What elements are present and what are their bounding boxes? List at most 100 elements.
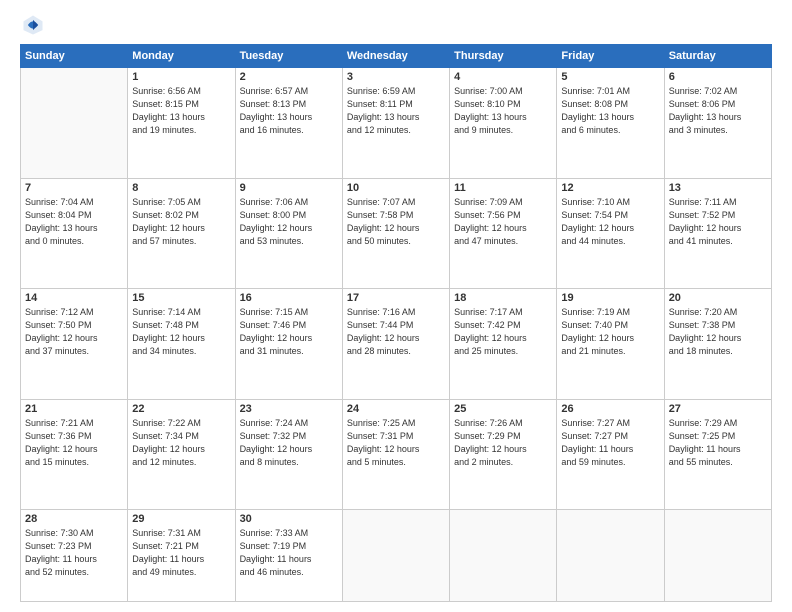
calendar-cell: 30Sunrise: 7:33 AM Sunset: 7:19 PM Dayli…	[235, 510, 342, 602]
day-info: Sunrise: 7:02 AM Sunset: 8:06 PM Dayligh…	[669, 85, 767, 137]
day-info: Sunrise: 7:20 AM Sunset: 7:38 PM Dayligh…	[669, 306, 767, 358]
day-number: 18	[454, 292, 552, 304]
calendar-cell: 20 Sunrise: 7:20 AM Sunset: 7:38 PM Dayli…	[664, 289, 771, 400]
day-info: Sunrise: 6:59 AM Sunset: 8:11 PM Dayligh…	[347, 85, 445, 137]
day-number: 15	[132, 292, 230, 304]
week-row-3: 14 Sunrise: 7:12 AM Sunset: 7:50 PM Dayli…	[21, 289, 772, 400]
calendar-cell: 15 Sunrise: 7:14 AM Sunset: 7:48 PM Dayli…	[128, 289, 235, 400]
calendar-cell: 19 Sunrise: 7:19 AM Sunset: 7:40 PM Dayli…	[557, 289, 664, 400]
day-number: 6	[669, 71, 767, 83]
day-info: Sunrise: 7:10 AM Sunset: 7:54 PM Dayligh…	[561, 196, 659, 248]
logo	[20, 22, 44, 36]
day-info: Sunrise: 7:16 AM Sunset: 7:44 PM Dayligh…	[347, 306, 445, 358]
day-number: 19	[561, 292, 659, 304]
day-number: 5	[561, 71, 659, 83]
day-number: 11	[454, 182, 552, 194]
week-row-5: 28 Sunrise: 7:30 AM Sunset: 7:23 PM Dayli…	[21, 510, 772, 602]
calendar-cell	[21, 68, 128, 179]
calendar-cell: 16 Sunrise: 7:15 AM Sunset: 7:46 PM Dayli…	[235, 289, 342, 400]
page: SundayMondayTuesdayWednesdayThursdayFrid…	[0, 0, 792, 612]
calendar-cell: 9 Sunrise: 7:06 AM Sunset: 8:00 PM Daylig…	[235, 178, 342, 289]
day-info: Sunrise: 7:26 AM Sunset: 7:29 PM Dayligh…	[454, 417, 552, 469]
day-info: Sunrise: 6:57 AM Sunset: 8:13 PM Dayligh…	[240, 85, 338, 137]
calendar-cell: 14 Sunrise: 7:12 AM Sunset: 7:50 PM Dayli…	[21, 289, 128, 400]
day-number: 21	[25, 403, 123, 415]
day-number: 23	[240, 403, 338, 415]
calendar-cell: 10Sunrise: 7:07 AM Sunset: 7:58 PM Dayli…	[342, 178, 449, 289]
calendar-cell: 28 Sunrise: 7:30 AM Sunset: 7:23 PM Dayli…	[21, 510, 128, 602]
calendar-cell: 25Sunrise: 7:26 AM Sunset: 7:29 PM Dayli…	[450, 399, 557, 510]
day-info: Sunrise: 7:06 AM Sunset: 8:00 PM Dayligh…	[240, 196, 338, 248]
day-number: 30	[240, 513, 338, 525]
day-info: Sunrise: 7:17 AM Sunset: 7:42 PM Dayligh…	[454, 306, 552, 358]
calendar-cell: 13 Sunrise: 7:11 AM Sunset: 7:52 PM Dayli…	[664, 178, 771, 289]
day-info: Sunrise: 7:04 AM Sunset: 8:04 PM Dayligh…	[25, 196, 123, 248]
calendar-cell	[557, 510, 664, 602]
week-row-4: 21 Sunrise: 7:21 AM Sunset: 7:36 PM Dayli…	[21, 399, 772, 510]
day-info: Sunrise: 7:09 AM Sunset: 7:56 PM Dayligh…	[454, 196, 552, 248]
day-info: Sunrise: 7:29 AM Sunset: 7:25 PM Dayligh…	[669, 417, 767, 469]
day-info: Sunrise: 7:00 AM Sunset: 8:10 PM Dayligh…	[454, 85, 552, 137]
day-number: 22	[132, 403, 230, 415]
day-info: Sunrise: 6:56 AM Sunset: 8:15 PM Dayligh…	[132, 85, 230, 137]
weekday-header-monday: Monday	[128, 45, 235, 68]
calendar-cell: 11 Sunrise: 7:09 AM Sunset: 7:56 PM Dayli…	[450, 178, 557, 289]
calendar-cell: 26Sunrise: 7:27 AM Sunset: 7:27 PM Dayli…	[557, 399, 664, 510]
calendar-cell: 29 Sunrise: 7:31 AM Sunset: 7:21 PM Dayli…	[128, 510, 235, 602]
day-number: 10	[347, 182, 445, 194]
day-number: 7	[25, 182, 123, 194]
day-info: Sunrise: 7:14 AM Sunset: 7:48 PM Dayligh…	[132, 306, 230, 358]
weekday-header-saturday: Saturday	[664, 45, 771, 68]
day-info: Sunrise: 7:24 AM Sunset: 7:32 PM Dayligh…	[240, 417, 338, 469]
day-number: 8	[132, 182, 230, 194]
weekday-header-sunday: Sunday	[21, 45, 128, 68]
calendar-cell: 27Sunrise: 7:29 AM Sunset: 7:25 PM Dayli…	[664, 399, 771, 510]
header	[20, 18, 772, 36]
calendar-cell	[450, 510, 557, 602]
day-number: 29	[132, 513, 230, 525]
day-info: Sunrise: 7:01 AM Sunset: 8:08 PM Dayligh…	[561, 85, 659, 137]
day-number: 20	[669, 292, 767, 304]
day-info: Sunrise: 7:31 AM Sunset: 7:21 PM Dayligh…	[132, 527, 230, 579]
day-info: Sunrise: 7:22 AM Sunset: 7:34 PM Dayligh…	[132, 417, 230, 469]
calendar-cell: 3 Sunrise: 6:59 AM Sunset: 8:11 PM Daylig…	[342, 68, 449, 179]
week-row-2: 7 Sunrise: 7:04 AM Sunset: 8:04 PM Daylig…	[21, 178, 772, 289]
day-number: 4	[454, 71, 552, 83]
calendar-cell: 21 Sunrise: 7:21 AM Sunset: 7:36 PM Dayli…	[21, 399, 128, 510]
calendar-cell	[342, 510, 449, 602]
day-number: 16	[240, 292, 338, 304]
day-number: 12	[561, 182, 659, 194]
calendar-table: SundayMondayTuesdayWednesdayThursdayFrid…	[20, 44, 772, 602]
day-number: 28	[25, 513, 123, 525]
weekday-header-tuesday: Tuesday	[235, 45, 342, 68]
calendar-cell: 24 Sunrise: 7:25 AM Sunset: 7:31 PM Dayli…	[342, 399, 449, 510]
day-info: Sunrise: 7:12 AM Sunset: 7:50 PM Dayligh…	[25, 306, 123, 358]
calendar-cell: 5 Sunrise: 7:01 AM Sunset: 8:08 PM Daylig…	[557, 68, 664, 179]
calendar-cell: 23 Sunrise: 7:24 AM Sunset: 7:32 PM Dayli…	[235, 399, 342, 510]
calendar-cell: 17 Sunrise: 7:16 AM Sunset: 7:44 PM Dayli…	[342, 289, 449, 400]
day-number: 13	[669, 182, 767, 194]
calendar-cell: 8 Sunrise: 7:05 AM Sunset: 8:02 PM Daylig…	[128, 178, 235, 289]
weekday-header-wednesday: Wednesday	[342, 45, 449, 68]
logo-icon	[22, 14, 44, 36]
calendar-cell: 12 Sunrise: 7:10 AM Sunset: 7:54 PM Dayli…	[557, 178, 664, 289]
weekday-header-thursday: Thursday	[450, 45, 557, 68]
day-info: Sunrise: 7:21 AM Sunset: 7:36 PM Dayligh…	[25, 417, 123, 469]
calendar-cell: 4 Sunrise: 7:00 AM Sunset: 8:10 PM Daylig…	[450, 68, 557, 179]
day-info: Sunrise: 7:15 AM Sunset: 7:46 PM Dayligh…	[240, 306, 338, 358]
day-number: 9	[240, 182, 338, 194]
day-info: Sunrise: 7:25 AM Sunset: 7:31 PM Dayligh…	[347, 417, 445, 469]
day-number: 2	[240, 71, 338, 83]
day-number: 3	[347, 71, 445, 83]
day-info: Sunrise: 7:11 AM Sunset: 7:52 PM Dayligh…	[669, 196, 767, 248]
day-number: 24	[347, 403, 445, 415]
week-row-1: 1Sunrise: 6:56 AM Sunset: 8:15 PM Daylig…	[21, 68, 772, 179]
calendar-cell: 6 Sunrise: 7:02 AM Sunset: 8:06 PM Daylig…	[664, 68, 771, 179]
day-number: 17	[347, 292, 445, 304]
day-info: Sunrise: 7:30 AM Sunset: 7:23 PM Dayligh…	[25, 527, 123, 579]
day-info: Sunrise: 7:05 AM Sunset: 8:02 PM Dayligh…	[132, 196, 230, 248]
day-info: Sunrise: 7:19 AM Sunset: 7:40 PM Dayligh…	[561, 306, 659, 358]
weekday-header-friday: Friday	[557, 45, 664, 68]
calendar-cell: 18 Sunrise: 7:17 AM Sunset: 7:42 PM Dayli…	[450, 289, 557, 400]
day-number: 14	[25, 292, 123, 304]
